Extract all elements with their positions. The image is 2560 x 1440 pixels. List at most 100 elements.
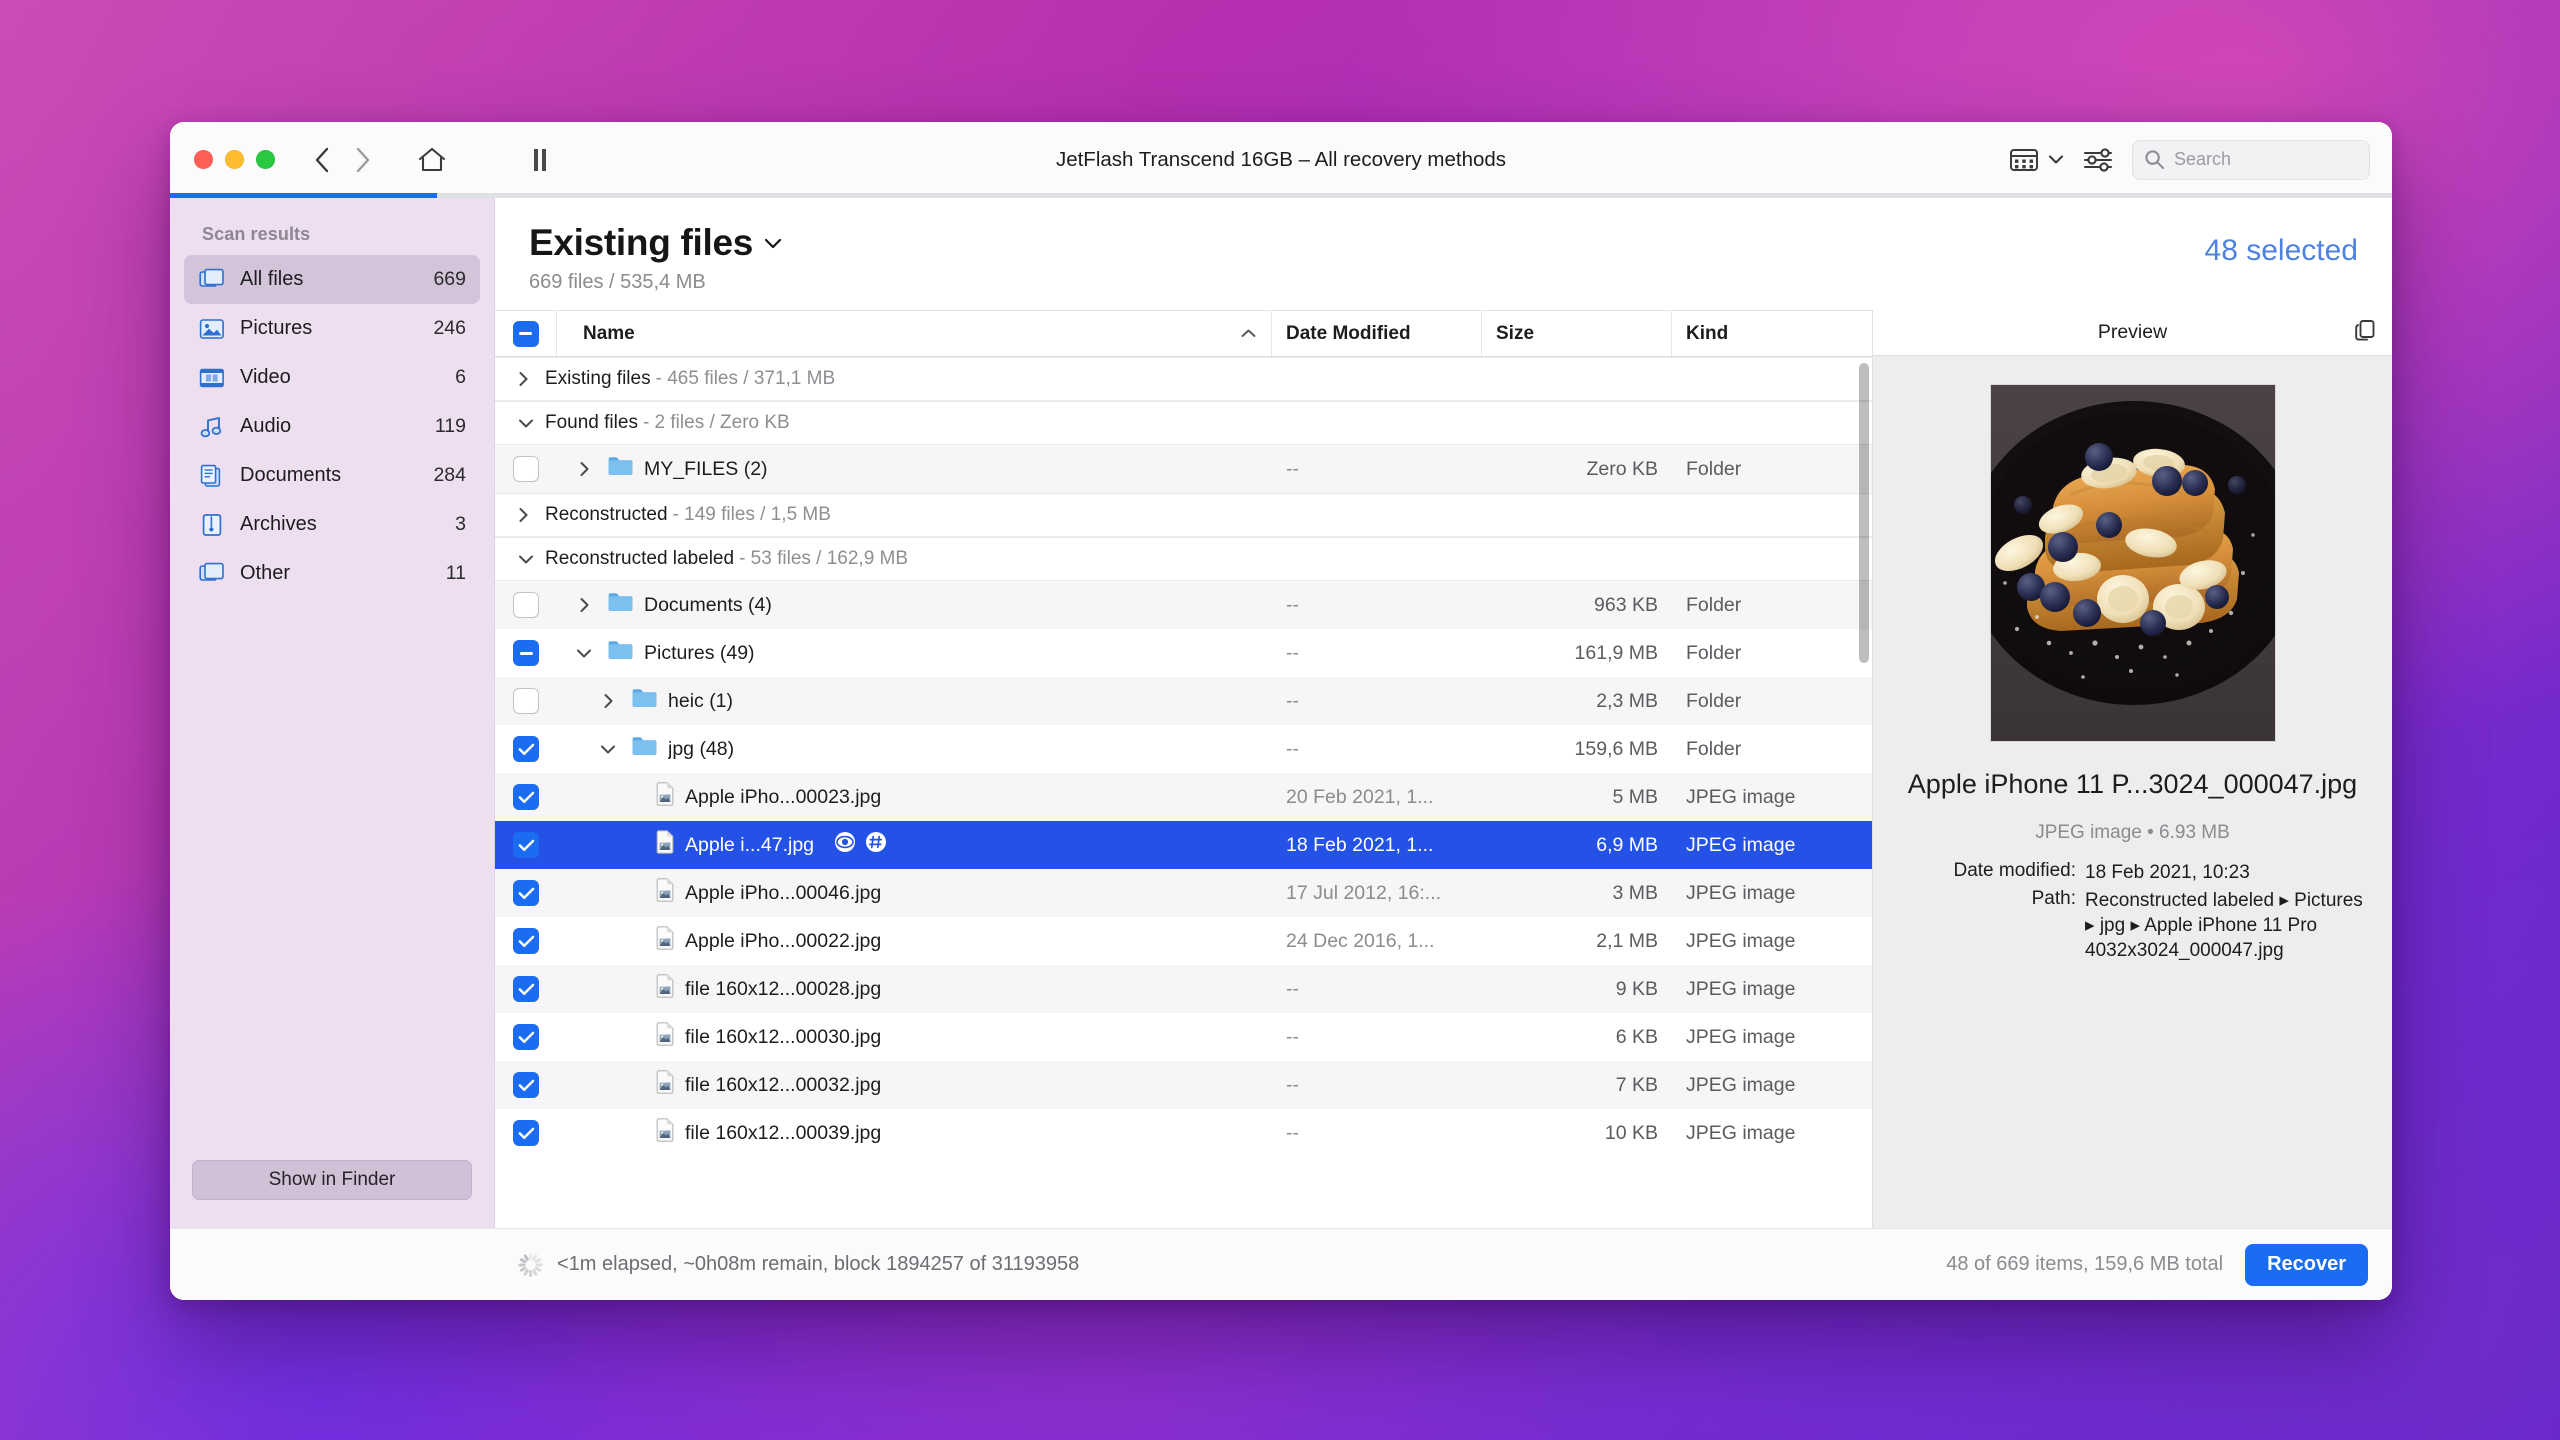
group-row[interactable]: Found files - 2 files / Zero KB [495, 401, 1872, 445]
table-row[interactable]: Pictures (49) -- 161,9 MB Folder [495, 629, 1872, 677]
forward-button[interactable] [345, 143, 379, 177]
minimize-button[interactable] [225, 150, 244, 169]
group-disclosure-triangle[interactable] [517, 506, 545, 524]
hash-icon[interactable] [865, 831, 887, 859]
row-checkbox-cell[interactable] [495, 592, 557, 618]
group-row[interactable]: Existing files - 465 files / 371,1 MB [495, 357, 1872, 401]
row-action-icons[interactable] [834, 831, 887, 859]
row-date-modified: -- [1286, 1025, 1299, 1048]
row-disclosure-triangle[interactable] [595, 743, 621, 756]
column-header-date-modified[interactable]: Date Modified [1272, 311, 1482, 356]
sidebar-item-documents[interactable]: Documents 284 [184, 451, 480, 500]
category-title-button[interactable]: Existing files [529, 222, 783, 264]
row-checkbox[interactable] [513, 1024, 539, 1050]
table-row[interactable]: jpg (48) -- 159,6 MB Folder [495, 725, 1872, 773]
zoom-button[interactable] [256, 150, 275, 169]
column-header-kind[interactable]: Kind [1672, 311, 1872, 356]
main-panel: Existing files 669 files / 535,4 MB 48 s… [495, 198, 2392, 1228]
row-kind: Folder [1686, 457, 1742, 480]
row-checkbox[interactable] [513, 784, 539, 810]
search-input[interactable]: Search [2174, 149, 2231, 170]
select-all-checkbox-cell[interactable] [495, 311, 557, 356]
preview-type-size: JPEG image • 6.93 MB [2035, 822, 2230, 844]
row-checkbox[interactable] [513, 456, 539, 482]
row-disclosure-triangle[interactable] [571, 647, 597, 660]
row-checkbox[interactable] [513, 688, 539, 714]
show-in-finder-button[interactable]: Show in Finder [192, 1160, 472, 1200]
row-checkbox-cell[interactable] [495, 640, 557, 666]
row-checkbox[interactable] [513, 1120, 539, 1146]
sidebar-footer: Show in Finder [170, 1160, 494, 1228]
row-checkbox-cell[interactable] [495, 1024, 557, 1050]
copy-icon [2355, 319, 2375, 341]
table-row[interactable]: Apple i...47.jpg 18 Feb 2021, 1... 6,9 MB J… [495, 821, 1872, 869]
group-disclosure-triangle[interactable] [517, 417, 545, 430]
row-filename: file 160x12...00030.jpg [685, 1025, 882, 1048]
sidebar-header: Scan results [202, 224, 311, 244]
group-row[interactable]: Reconstructed labeled - 53 files / 162,9 … [495, 537, 1872, 581]
row-filename: Documents (4) [644, 593, 772, 616]
back-button[interactable] [305, 143, 339, 177]
table-row[interactable]: Apple iPho...00022.jpg 24 Dec 2016, 1... 2… [495, 917, 1872, 965]
group-disclosure-triangle[interactable] [517, 553, 545, 566]
row-checkbox-cell[interactable] [495, 880, 557, 906]
row-checkbox[interactable] [513, 592, 539, 618]
pause-button[interactable] [523, 143, 557, 177]
row-checkbox-cell[interactable] [495, 1072, 557, 1098]
table-row[interactable]: file 160x12...00028.jpg -- 9 KB JPEG image [495, 965, 1872, 1013]
check-icon [518, 1031, 534, 1043]
row-checkbox-cell[interactable] [495, 456, 557, 482]
row-checkbox-cell[interactable] [495, 688, 557, 714]
group-row[interactable]: Reconstructed - 149 files / 1,5 MB [495, 493, 1872, 537]
home-icon [418, 147, 446, 171]
row-checkbox[interactable] [513, 832, 539, 858]
copy-button[interactable] [2354, 318, 2376, 348]
sidebar-item-archives[interactable]: Archives 3 [184, 500, 480, 549]
home-button[interactable] [413, 141, 451, 179]
select-all-checkbox[interactable] [512, 320, 539, 347]
table-row[interactable]: Documents (4) -- 963 KB Folder [495, 581, 1872, 629]
recover-button[interactable]: Recover [2245, 1243, 2368, 1286]
sidebar-item-other[interactable]: Other 11 [184, 549, 480, 598]
row-name-cell: Apple iPho...00046.jpg [557, 878, 1272, 908]
view-options-button[interactable] [2008, 141, 2064, 179]
row-checkbox[interactable] [513, 736, 539, 762]
row-disclosure-triangle[interactable] [595, 692, 621, 710]
table-row[interactable]: Apple iPho...00023.jpg 20 Feb 2021, 1... 5… [495, 773, 1872, 821]
close-button[interactable] [194, 150, 213, 169]
table-row[interactable]: Apple iPho...00046.jpg 17 Jul 2012, 16:..… [495, 869, 1872, 917]
row-checkbox-cell[interactable] [495, 1120, 557, 1146]
table-row[interactable]: MY_FILES (2) -- Zero KB Folder [495, 445, 1872, 493]
table-row[interactable]: file 160x12...00032.jpg -- 7 KB JPEG image [495, 1061, 1872, 1109]
page-title: Existing files [529, 222, 754, 263]
group-disclosure-triangle[interactable] [517, 370, 545, 388]
sidebar-item-audio[interactable]: Audio 119 [184, 402, 480, 451]
eye-icon[interactable] [834, 831, 856, 859]
column-header-name[interactable]: Name [557, 311, 1272, 356]
row-checkbox-cell[interactable] [495, 736, 557, 762]
row-name-cell: heic (1) [557, 687, 1272, 715]
column-header-size[interactable]: Size [1482, 311, 1672, 356]
row-disclosure-triangle[interactable] [571, 460, 597, 478]
table-row[interactable]: file 160x12...00030.jpg -- 6 KB JPEG image [495, 1013, 1872, 1061]
vertical-scrollbar[interactable] [1859, 363, 1869, 663]
row-checkbox-cell[interactable] [495, 976, 557, 1002]
search-field[interactable]: Search [2132, 139, 2370, 180]
sidebar-item-video[interactable]: Video 6 [184, 353, 480, 402]
table-row[interactable]: file 160x12...00039.jpg -- 10 KB JPEG image [495, 1109, 1872, 1157]
row-checkbox[interactable] [513, 880, 539, 906]
row-disclosure-triangle[interactable] [571, 596, 597, 614]
row-checkbox[interactable] [513, 928, 539, 954]
row-checkbox-cell[interactable] [495, 784, 557, 810]
filter-button[interactable] [2082, 141, 2114, 179]
sidebar-item-all-files[interactable]: All files 669 [184, 255, 480, 304]
row-checkbox-cell[interactable] [495, 832, 557, 858]
row-checkbox[interactable] [513, 976, 539, 1002]
row-checkbox-cell[interactable] [495, 928, 557, 954]
selected-count-label[interactable]: 48 selected [2205, 222, 2358, 268]
sidebar-item-pictures[interactable]: Pictures 246 [184, 304, 480, 353]
table-row[interactable]: heic (1) -- 2,3 MB Folder [495, 677, 1872, 725]
row-checkbox[interactable] [513, 640, 539, 666]
row-checkbox[interactable] [513, 1072, 539, 1098]
other-icon [199, 562, 224, 581]
